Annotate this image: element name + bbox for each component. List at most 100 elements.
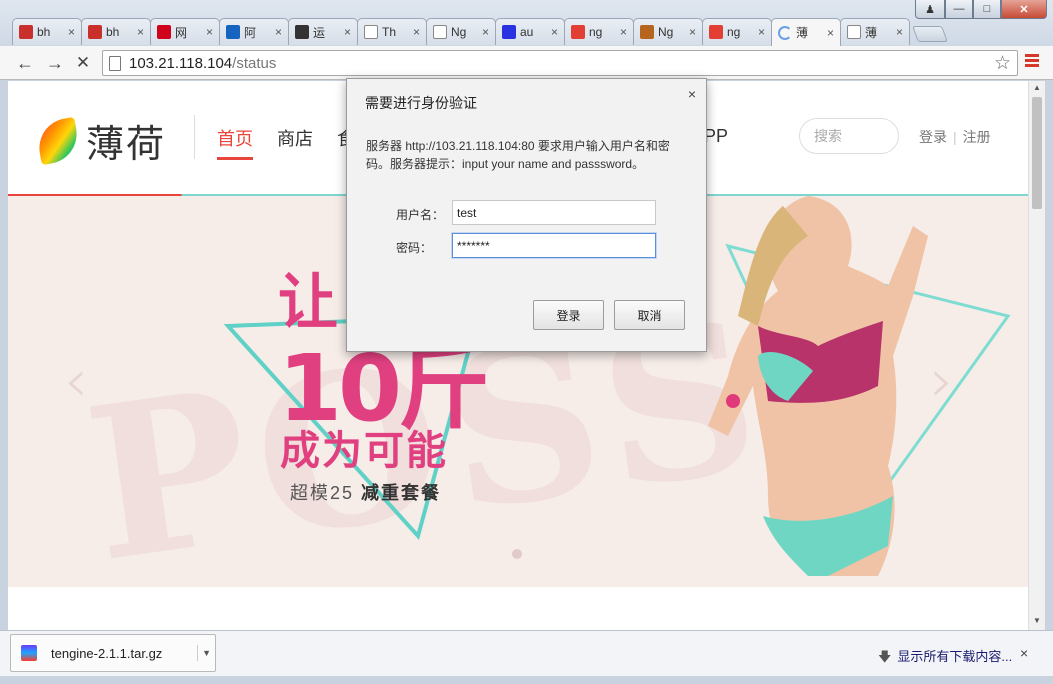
downloads-close-icon[interactable]: × — [1020, 645, 1028, 661]
nav-home[interactable]: 首页 — [217, 125, 253, 160]
tab-close-icon[interactable]: × — [827, 26, 834, 40]
stop-loading-icon[interactable]: ✕ — [72, 52, 94, 74]
tab-close-icon[interactable]: × — [413, 25, 420, 39]
maximize-button[interactable]: □ — [973, 0, 1001, 19]
tab-close-icon[interactable]: × — [275, 25, 282, 39]
downloads-bar: tengine-2.1.1.tar.gz ▼ 🡇 显示所有下载内容... × — [0, 630, 1053, 676]
tab-label: Ng — [658, 25, 674, 39]
download-file-name: tengine-2.1.1.tar.gz — [51, 645, 163, 661]
dialog-close-icon[interactable]: × — [688, 86, 696, 102]
carousel-dot[interactable] — [512, 549, 522, 559]
download-item[interactable]: tengine-2.1.1.tar.gz ▼ — [10, 634, 216, 672]
page-icon — [433, 25, 447, 39]
tab-close-icon[interactable]: × — [551, 25, 558, 39]
page-icon — [847, 25, 861, 39]
login-link[interactable]: 登录 — [919, 129, 947, 145]
browser-tab[interactable]: 运 × — [288, 18, 358, 45]
browser-window: bh × bh × 网 × 阿 × 运 × Th × Ng × au × ng × Ng × ng × 薄 × 薄 × ♟ — □… — [0, 0, 1053, 684]
baidu-paw-icon — [502, 25, 516, 39]
scrollbar-thumb[interactable] — [1032, 97, 1042, 209]
tab-close-icon[interactable]: × — [344, 25, 351, 39]
banner-prev-arrow-icon[interactable]: ‹ — [64, 346, 88, 416]
tab-label: Ng — [451, 25, 467, 39]
browser-tab[interactable]: ng × — [564, 18, 634, 45]
archive-file-icon — [21, 645, 37, 661]
scroll-down-arrow-icon[interactable]: ▼ — [1033, 616, 1041, 625]
tab-label: 阿 — [244, 25, 257, 40]
page-scrollbar[interactable]: ▲ ▼ — [1028, 81, 1045, 630]
browser-tab[interactable]: Ng × — [633, 18, 703, 45]
loading-spinner-icon — [778, 25, 792, 40]
login-button[interactable]: 登录 — [533, 300, 604, 330]
nav-shop[interactable]: 商店 — [277, 125, 313, 160]
password-label: 密码： — [396, 241, 433, 255]
show-all-downloads-link[interactable]: 🡇 显示所有下载内容... — [878, 646, 1012, 670]
browser-tab[interactable]: ng × — [702, 18, 772, 45]
browser-tab[interactable]: 薄 × — [771, 18, 841, 46]
browser-tab[interactable]: bh × — [12, 18, 82, 45]
window-close-button[interactable]: ✕ — [1001, 0, 1047, 19]
tab-label: ng — [589, 25, 603, 39]
tab-label: Th — [382, 25, 397, 39]
browser-tab[interactable]: Th × — [357, 18, 427, 45]
browser-tab[interactable]: Ng × — [426, 18, 496, 45]
tab-strip: bh × bh × 网 × 阿 × 运 × Th × Ng × au × ng × Ng × ng × 薄 × 薄 × — [12, 18, 948, 46]
browser-tab[interactable]: au × — [495, 18, 565, 45]
zhihu-red-icon — [88, 25, 102, 39]
browser-tab[interactable]: 网 × — [150, 18, 220, 45]
csdn-c-icon — [571, 25, 585, 39]
tab-close-icon[interactable]: × — [206, 25, 213, 39]
tab-close-icon[interactable]: × — [758, 25, 765, 39]
back-arrow-icon[interactable]: ← — [14, 52, 36, 74]
tab-label: 网 — [175, 25, 188, 40]
page-icon — [109, 55, 121, 71]
page-icon — [364, 25, 378, 39]
url-path: /status — [232, 54, 277, 72]
register-link[interactable]: 注册 — [963, 129, 991, 145]
tab-label: ng — [727, 25, 741, 39]
dialog-title: 需要进行身份验证 — [365, 95, 477, 111]
title-bar: bh × bh × 网 × 阿 × 运 × Th × Ng × au × ng × Ng × ng × 薄 × 薄 × ♟ — □… — [0, 0, 1053, 46]
divider — [194, 115, 195, 159]
url-host: 103.21.118.104 — [129, 54, 233, 72]
chrome-menu-icon[interactable] — [1025, 54, 1039, 69]
profile-icon[interactable]: ♟ — [915, 0, 945, 19]
netease-icon — [157, 25, 171, 39]
tab-close-icon[interactable]: × — [620, 25, 627, 39]
download-arrow-icon: 🡇 — [878, 649, 892, 664]
zhihu-red-icon — [19, 25, 33, 39]
cancel-button[interactable]: 取消 — [614, 300, 685, 330]
tab-close-icon[interactable]: × — [68, 25, 75, 39]
tab-label: 薄 — [796, 26, 809, 40]
browser-tab[interactable]: 薄 × — [840, 18, 910, 45]
site-search-input[interactable]: 搜索 — [799, 118, 899, 154]
forward-arrow-icon[interactable]: → — [44, 52, 66, 74]
browser-toolbar: ← → ✕ 103.21.118.104/status ☆ — [0, 46, 1053, 80]
auth-links: 登录 | 注册 — [919, 129, 991, 145]
banner-next-arrow-icon[interactable]: › — [930, 346, 954, 416]
browser-tab[interactable]: 阿 × — [219, 18, 289, 45]
minimize-button[interactable]: — — [945, 0, 973, 19]
tab-label: au — [520, 25, 534, 39]
tab-close-icon[interactable]: × — [137, 25, 144, 39]
new-tab-button[interactable] — [912, 26, 948, 42]
tab-label: bh — [106, 25, 120, 39]
blog-icon — [640, 25, 654, 39]
csdn-c-icon — [709, 25, 723, 39]
window-controls: ♟ — □ ✕ — [915, 0, 1047, 20]
tab-close-icon[interactable]: × — [896, 25, 903, 39]
browser-tab[interactable]: bh × — [81, 18, 151, 45]
scroll-up-arrow-icon[interactable]: ▲ — [1033, 83, 1041, 92]
address-bar[interactable]: 103.21.118.104/status ☆ — [102, 50, 1018, 76]
tab-close-icon[interactable]: × — [689, 25, 696, 39]
tab-close-icon[interactable]: × — [482, 25, 489, 39]
bookmark-star-icon[interactable]: ☆ — [994, 52, 1011, 75]
site-logo[interactable]: 薄荷 — [34, 113, 166, 168]
username-field[interactable] — [452, 200, 656, 225]
banner-headline-3: 成为可能 — [280, 428, 448, 474]
download-menu-chevron-icon[interactable]: ▼ — [197, 645, 211, 661]
password-field[interactable] — [452, 233, 656, 258]
banner-subline: 超模25 减重套餐 — [290, 483, 442, 503]
nav-app[interactable]: PP — [704, 126, 728, 147]
auth-dialog: 需要进行身份验证 × 服务器 http://103.21.118.104:80 … — [346, 78, 707, 352]
